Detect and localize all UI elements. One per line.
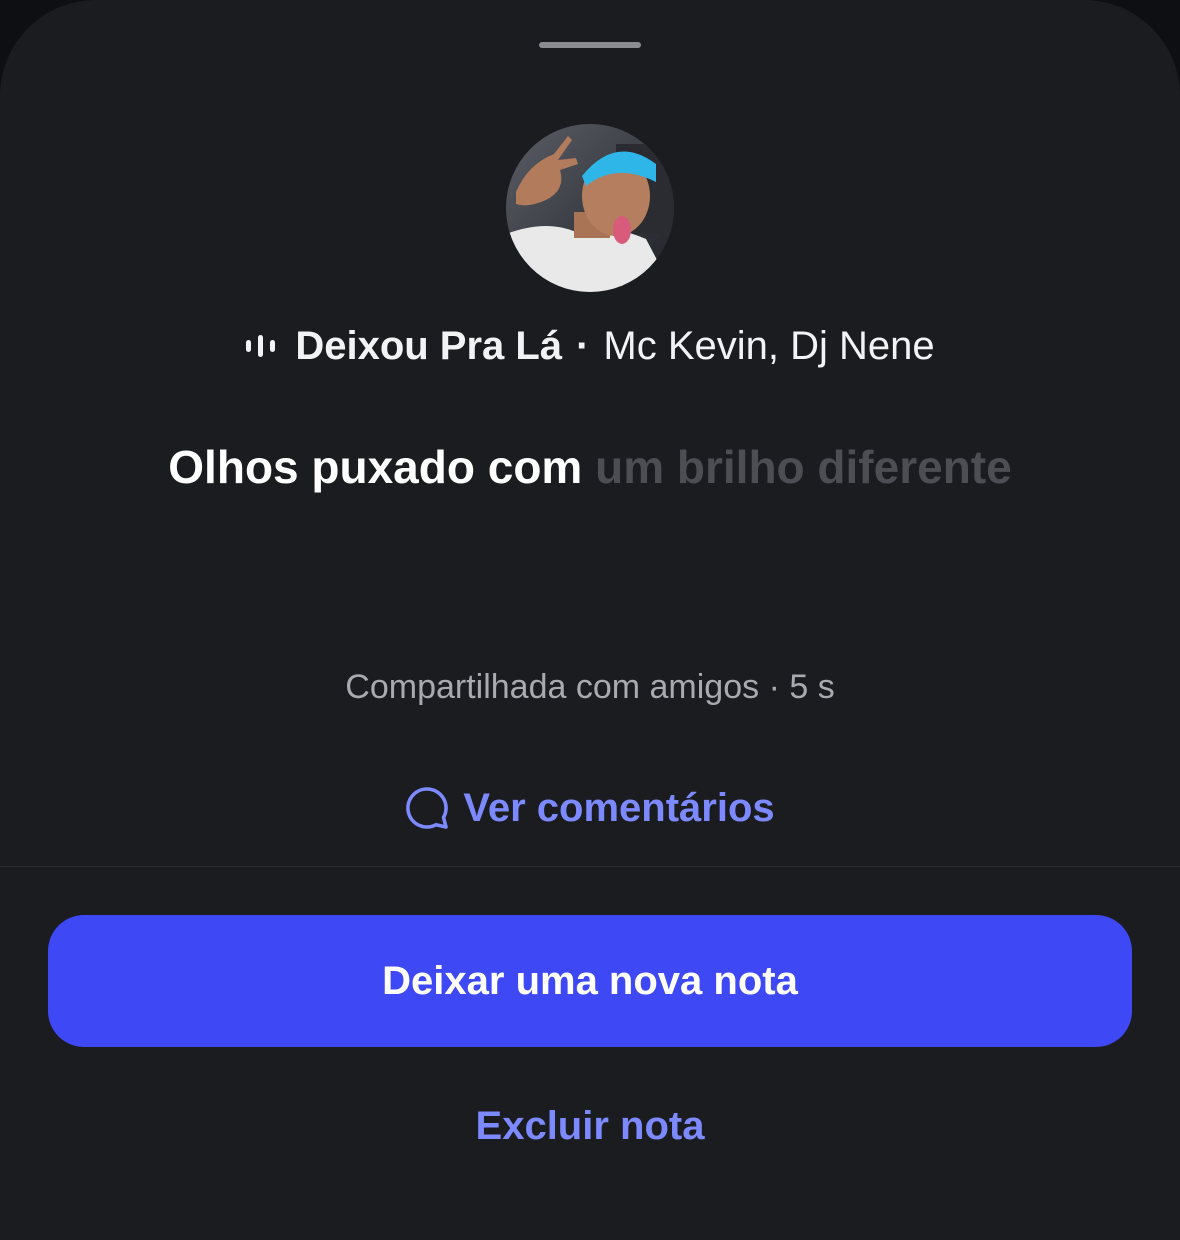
view-comments-label: Ver comentários [463, 785, 775, 830]
song-artists: Mc Kevin, Dj Nene [603, 323, 935, 368]
note-meta: Compartilhada com amigos · 5 s [0, 668, 1180, 716]
divider [0, 866, 1180, 867]
lyric-active-text: Olhos puxado com [168, 441, 583, 493]
audio-bars-icon [246, 335, 276, 357]
song-separator: · [576, 323, 590, 368]
lyric-line: Olhos puxado com um brilho diferente [0, 440, 1180, 504]
note-bottom-sheet: Deixou Pra Lá · Mc Kevin, Dj Nene Olhos … [0, 0, 1180, 1240]
drag-handle[interactable] [539, 42, 641, 48]
time-ago: 5 s [789, 668, 835, 706]
view-comments-button[interactable]: Ver comentários [0, 780, 1180, 836]
leave-new-note-button[interactable]: Deixar uma nova nota [48, 915, 1132, 1047]
lyric-upcoming-text: um brilho diferente [595, 441, 1012, 493]
speech-bubble-icon [406, 787, 449, 829]
delete-note-button[interactable]: Excluir nota [0, 1096, 1180, 1156]
audience-label: Compartilhada com amigos [345, 668, 760, 706]
avatar [506, 124, 674, 292]
song-info[interactable]: Deixou Pra Lá · Mc Kevin, Dj Nene [0, 318, 1180, 374]
meta-separator: · [768, 668, 780, 706]
song-title: Deixou Pra Lá [295, 323, 563, 368]
